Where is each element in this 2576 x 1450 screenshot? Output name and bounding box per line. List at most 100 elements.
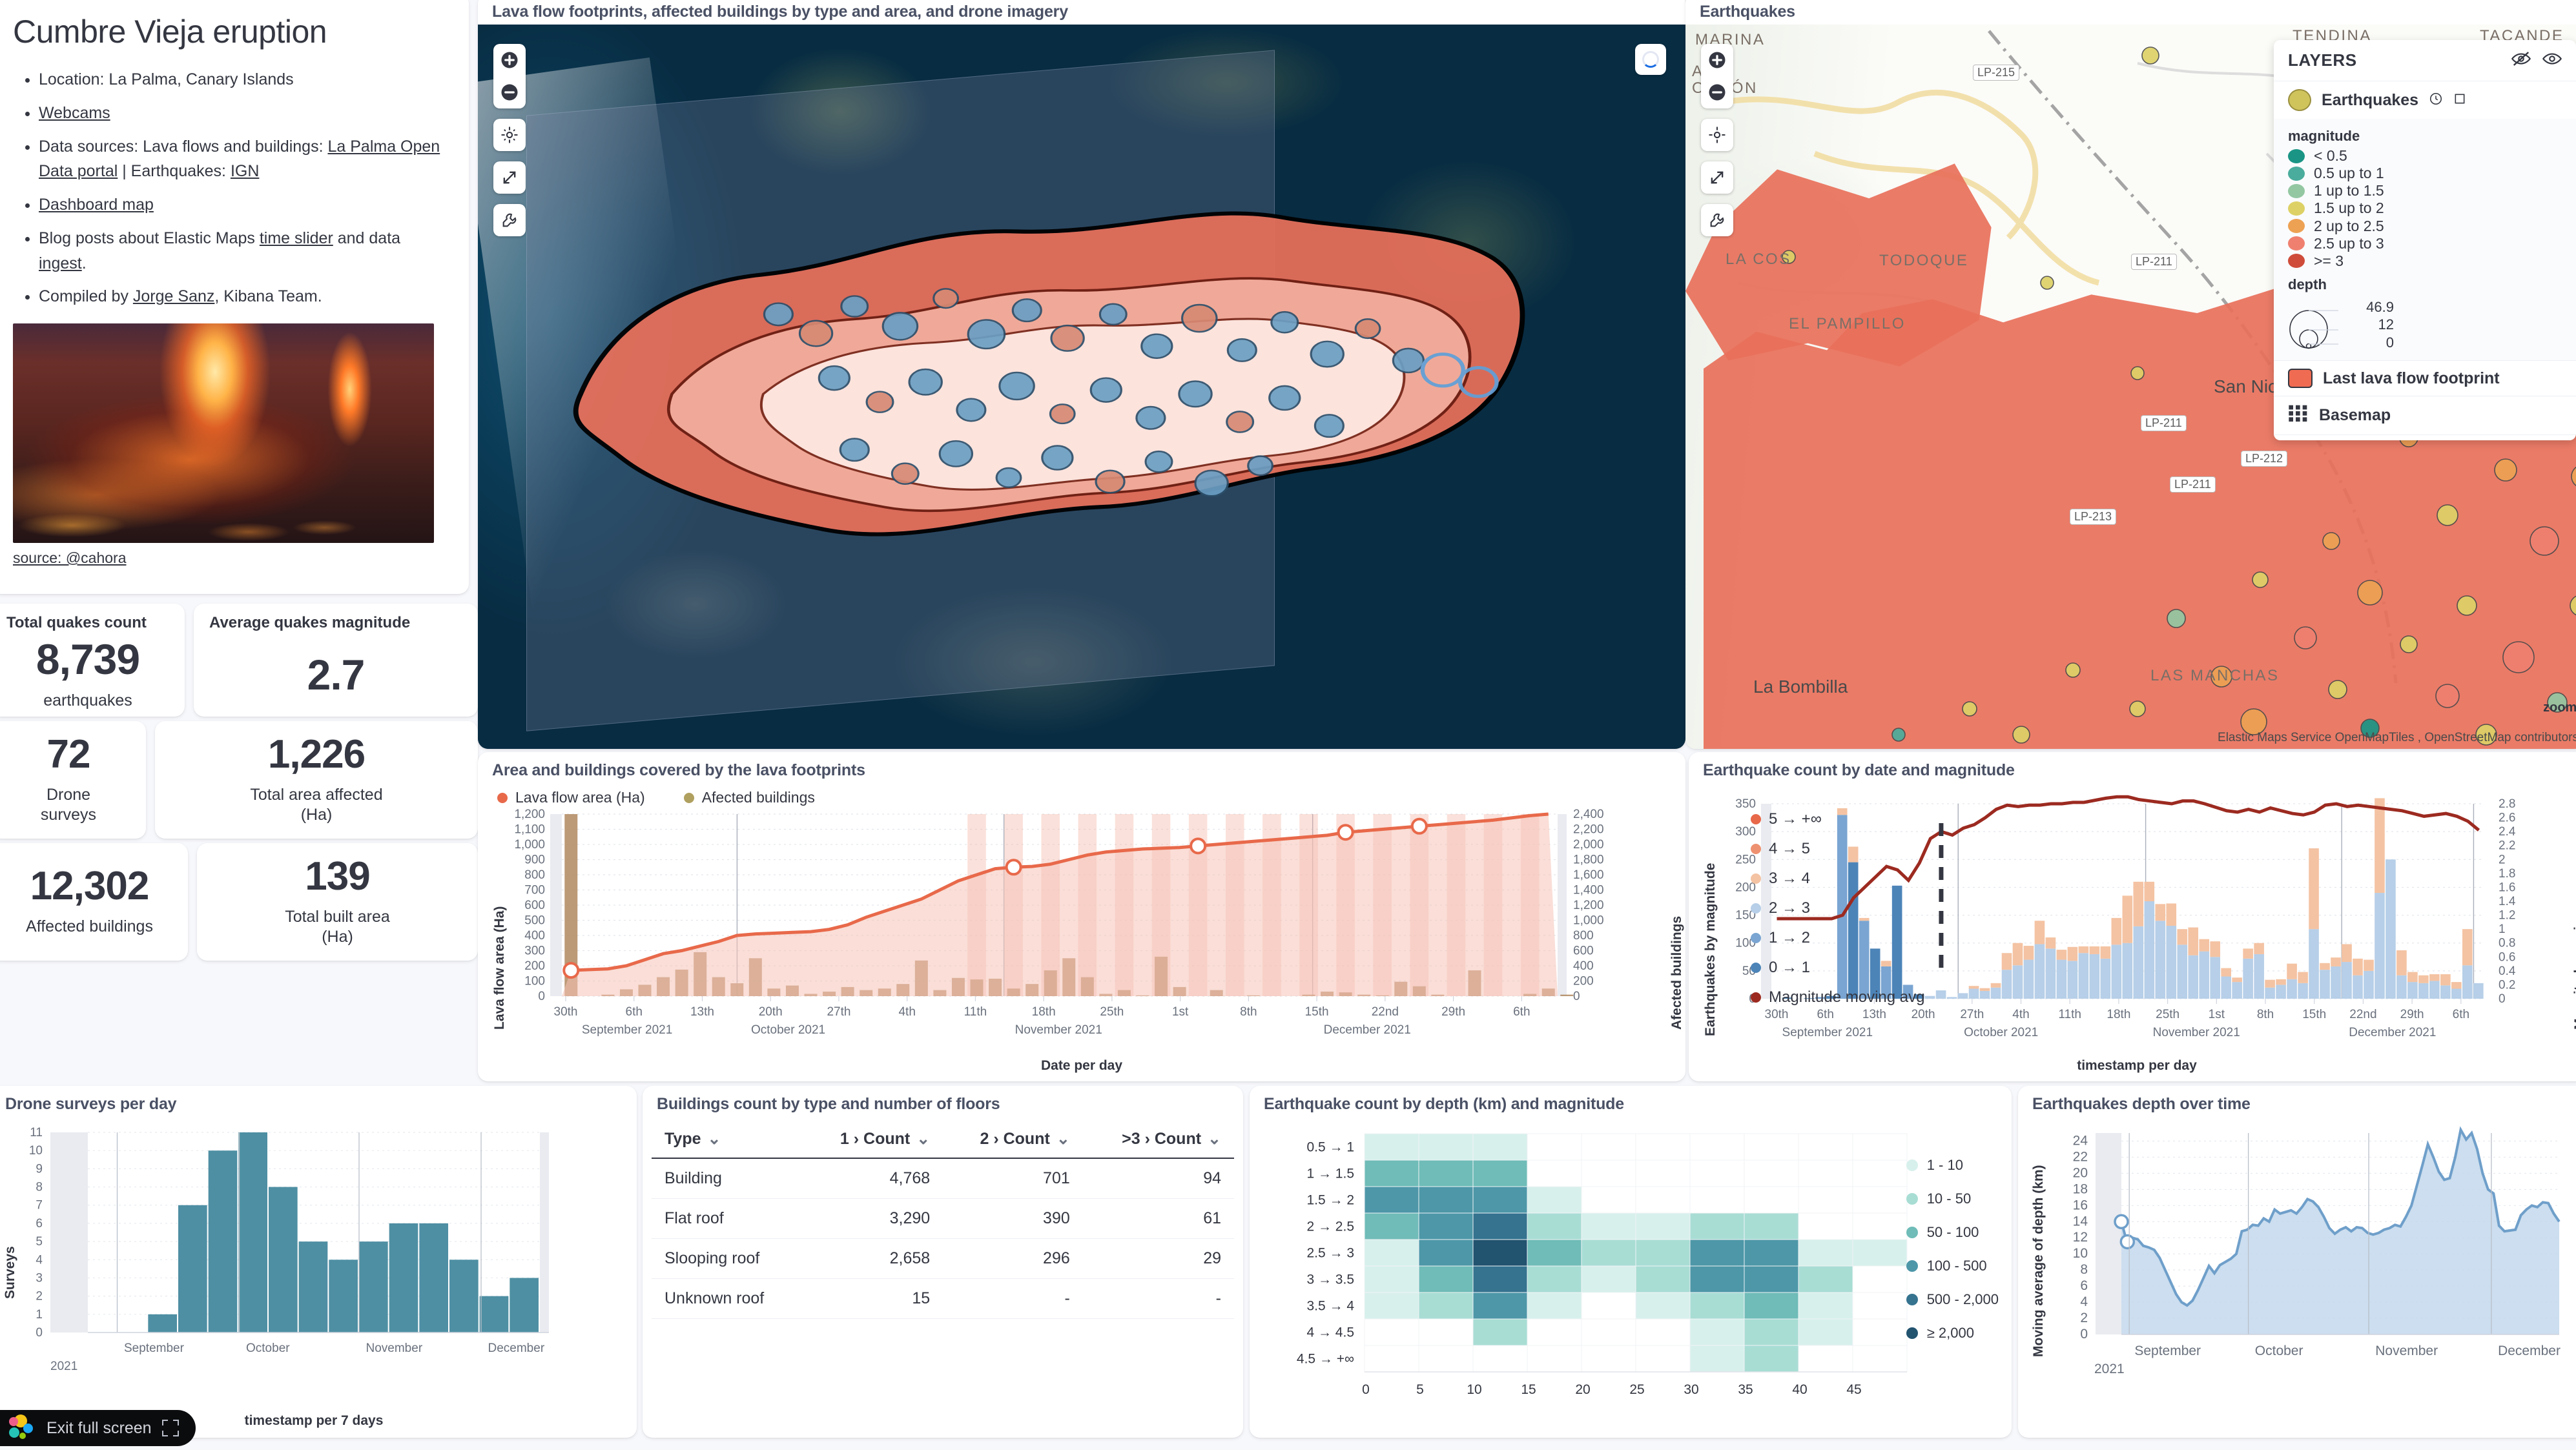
svg-text:600: 600: [524, 899, 545, 912]
place-label-la-cos: LA COS: [1726, 250, 1791, 268]
ign-link[interactable]: IGN: [231, 162, 259, 180]
eye-slash-icon[interactable]: [2511, 50, 2531, 70]
expand-arrows-icon[interactable]: [1701, 161, 1733, 194]
fit-to-data-icon[interactable]: [493, 119, 526, 151]
fit-to-data-icon[interactable]: [1701, 119, 1733, 151]
lava-map-canvas[interactable]: [478, 25, 1685, 749]
heatmap-legend[interactable]: 1 - 10 10 - 50 50 - 100 100 - 500 500 - 2,00…: [1906, 1157, 1999, 1358]
depth-over-time-chart[interactable]: 024681012141618202224September October Nov…: [2018, 1121, 2576, 1412]
metric-value: 8,739: [36, 635, 140, 683]
layer-item-basemap[interactable]: Basemap: [2274, 396, 2576, 434]
fit-to-data-control[interactable]: [493, 119, 526, 151]
svg-text:700: 700: [524, 884, 545, 897]
eq-map-controls[interactable]: [1701, 44, 1733, 236]
svg-text:2: 2: [2499, 853, 2506, 866]
chevron-down-icon[interactable]: ⌄: [1208, 1129, 1221, 1149]
wrench-icon[interactable]: [1701, 204, 1733, 236]
fullscreen-control[interactable]: [1701, 161, 1733, 194]
zoom-control-group[interactable]: [493, 44, 526, 108]
fullscreen-exit-icon[interactable]: [161, 1420, 179, 1436]
svg-text:11: 11: [30, 1126, 43, 1139]
legend-label: ≥ 2,000: [1926, 1325, 1974, 1341]
heatmap-legend-item[interactable]: 500 - 2,000: [1906, 1291, 1999, 1308]
svg-text:11th: 11th: [964, 1005, 987, 1019]
legend-swatch: [2288, 254, 2305, 269]
elastic-logo-icon: [9, 1414, 36, 1442]
eye-icon[interactable]: [2542, 50, 2562, 70]
zoom-in-icon[interactable]: [493, 44, 526, 76]
svg-text:1,800: 1,800: [1573, 853, 1604, 867]
zoom-in-icon[interactable]: [1701, 44, 1733, 76]
table-cell: -: [943, 1278, 1083, 1319]
lava-area-buildings-chart[interactable]: 01002003004005006007008009001,0001,1001,…: [478, 802, 1685, 1074]
svg-text:6: 6: [36, 1217, 43, 1230]
table-row[interactable]: Unknown roof 15- -: [652, 1278, 1234, 1319]
webcams-link[interactable]: Webcams: [39, 104, 110, 122]
expand-arrows-icon[interactable]: [493, 161, 526, 194]
zoom-out-icon[interactable]: [493, 76, 526, 108]
tools-control[interactable]: [1701, 204, 1733, 236]
legend-item[interactable]: 3 → 4: [1751, 870, 1924, 888]
chevron-down-icon[interactable]: ⌄: [1056, 1129, 1070, 1149]
eq-chart-legend[interactable]: 5 → +∞ 4 → 5 3 → 4 2 → 3 1 → 2 0 → 1 Magnitude…: [1751, 810, 1924, 1018]
heatmap-legend-item[interactable]: 1 - 10: [1906, 1157, 1999, 1174]
wrench-icon[interactable]: [493, 204, 526, 236]
drone-surveys-chart[interactable]: 0 1 2 3 4 5 6 7 8 9 10 11 September October November De…: [0, 1119, 637, 1391]
legend-swatch: [1906, 1159, 1918, 1171]
magnitude-legend-item: < 0.5: [2288, 147, 2562, 165]
fit-to-data-control[interactable]: [1701, 119, 1733, 151]
list-item-dashboard-map: Dashboard map: [39, 192, 449, 218]
column-header-2-count[interactable]: 2 › Count ⌄: [943, 1120, 1083, 1159]
chevron-down-icon[interactable]: ⌄: [916, 1129, 930, 1149]
metric-total-area-affected: 1,226 Total area affected (Ha): [155, 721, 478, 839]
fullscreen-control[interactable]: [493, 161, 526, 194]
ingest-link[interactable]: ingest: [39, 254, 82, 272]
legend-item[interactable]: 4 → 5: [1751, 840, 1924, 858]
tools-control[interactable]: [493, 204, 526, 236]
depth-stop-values: 46.9 12 0: [2342, 298, 2394, 352]
place-label-el-pampillo: EL PAMPILLO: [1789, 315, 1906, 332]
column-header-3plus-count[interactable]: >3 › Count ⌄: [1082, 1120, 1234, 1159]
svg-text:1: 1: [36, 1308, 43, 1322]
depth-magnitude-heatmap[interactable]: 0.5 → 1 1 → 1.5 1.5 → 2 2 → 2.5 2.5 → 3 3 → 3…: [1250, 1123, 1908, 1427]
table-row[interactable]: Building 4,768 701 94: [652, 1158, 1234, 1199]
layer-item-earthquakes[interactable]: Earthquakes: [2274, 81, 2576, 119]
heatmap-legend-item[interactable]: 100 - 500: [1906, 1258, 1999, 1274]
legend-item[interactable]: 5 → +∞: [1751, 810, 1924, 828]
legend-item[interactable]: Magnitude moving avg: [1751, 988, 1924, 1006]
dashboard-root: Cumbre Vieja eruption Location: La Palma…: [0, 0, 2576, 1450]
legend-item[interactable]: 0 → 1: [1751, 959, 1924, 977]
svg-text:3 → 3.5: 3 → 3.5: [1306, 1272, 1354, 1287]
zoom-control-group[interactable]: [1701, 44, 1733, 108]
svg-text:18: 18: [2073, 1181, 2088, 1196]
heatmap-legend-item[interactable]: 50 - 100: [1906, 1224, 1999, 1241]
table-row[interactable]: Flat roof 3,290 390 61: [652, 1198, 1234, 1239]
legend-item[interactable]: 2 → 3: [1751, 899, 1924, 917]
road-label-lp211-a: LP-211: [2131, 254, 2177, 270]
column-header-type[interactable]: Type ⌄: [652, 1120, 803, 1159]
heatmap-legend-item[interactable]: 10 - 50: [1906, 1190, 1999, 1207]
legend-title-magnitude: magnitude: [2288, 128, 2360, 144]
lava-flow-map-panel: Lava flow footprints, affected buildings…: [478, 0, 1685, 749]
column-header-1-count[interactable]: 1 › Count ⌄: [803, 1120, 943, 1159]
svg-text:10: 10: [29, 1144, 43, 1158]
lava-map-controls[interactable]: [493, 44, 526, 236]
table-cell: 4,768: [803, 1158, 943, 1199]
jorge-sanz-link[interactable]: Jorge Sanz: [133, 287, 214, 305]
layer-item-last-lava-flow-footprint[interactable]: Last lava flow footprint: [2274, 361, 2576, 396]
time-slider-link[interactable]: time slider: [260, 229, 333, 247]
heatmap-legend-item[interactable]: ≥ 2,000: [1906, 1325, 1999, 1342]
photo-caption: source: @cahora: [13, 549, 449, 567]
zoom-out-icon[interactable]: [1701, 76, 1733, 108]
dashboard-map-link[interactable]: Dashboard map: [39, 196, 154, 214]
table-row[interactable]: Slooping roof 2,658 296 29: [652, 1238, 1234, 1279]
legend-label: 2.5 up to 3: [2314, 234, 2384, 252]
legend-item[interactable]: 1 → 2: [1751, 929, 1924, 947]
chevron-down-icon[interactable]: ⌄: [708, 1129, 721, 1149]
photo-source-link[interactable]: source: @cahora: [13, 549, 127, 566]
panel-title: Earthquake count by date and magnitude: [1703, 761, 2015, 779]
layer-name: Last lava flow footprint: [2323, 369, 2500, 387]
exit-full-screen-button[interactable]: Exit full screen: [0, 1410, 196, 1446]
legend-label: Magnitude moving avg: [1769, 988, 1925, 1006]
svg-text:10: 10: [2073, 1246, 2088, 1261]
